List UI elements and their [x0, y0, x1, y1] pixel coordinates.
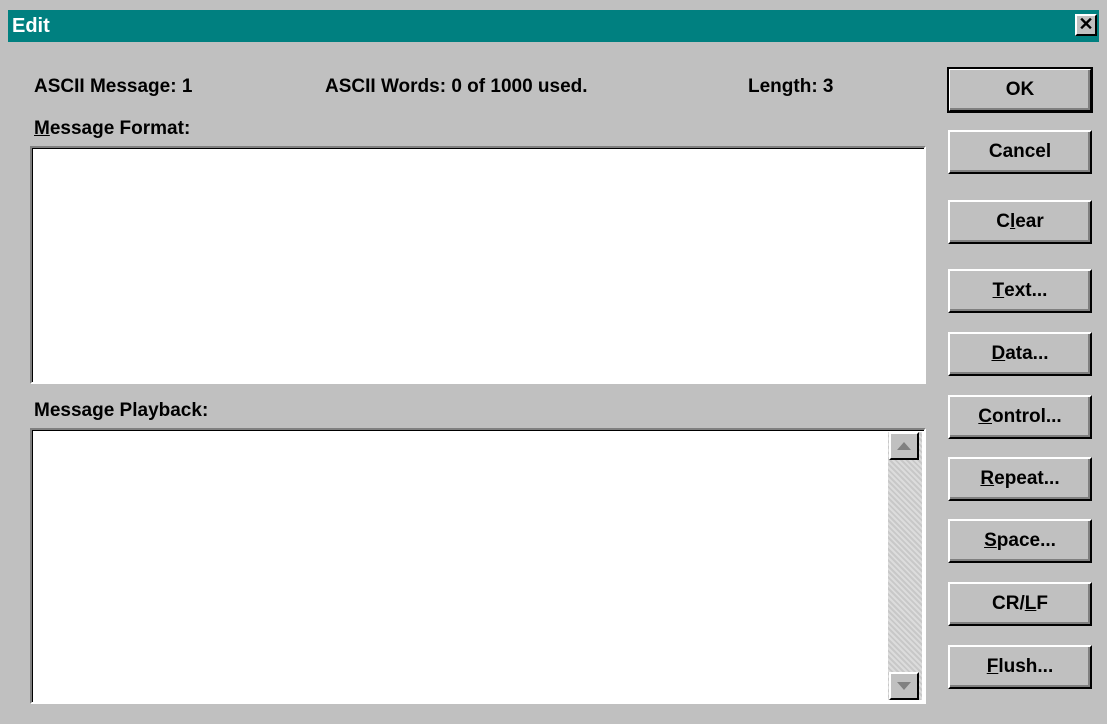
ascii-message-label: ASCII Message: 1	[34, 76, 193, 97]
message-format-accel: M	[34, 118, 50, 139]
btn-pre: CR/	[992, 593, 1025, 614]
btn-key: L	[1024, 593, 1037, 614]
btn-post: OK	[1005, 79, 1035, 100]
btn-post: lush...	[998, 656, 1054, 677]
btn-post: ata...	[1005, 343, 1049, 364]
scroll-up-arrow-icon	[897, 442, 911, 450]
length-label: Length: 3	[748, 76, 834, 97]
close-button[interactable]: ✕	[1075, 14, 1097, 36]
edit-dialog: Edit ✕ ASCII Message: 1 ASCII Words: 0 o…	[0, 0, 1107, 724]
message-playback-label: Message Playback:	[34, 400, 209, 421]
btn-post: Cancel	[988, 141, 1052, 162]
control-button[interactable]: Control...	[948, 395, 1092, 439]
message-playback-textbox[interactable]	[30, 428, 926, 704]
window-title: Edit	[12, 15, 50, 37]
btn-post: pace...	[996, 530, 1056, 551]
message-format-label-text: essage Format:	[49, 118, 191, 139]
btn-key: D	[991, 343, 1006, 364]
btn-key: T	[992, 280, 1005, 301]
btn-key: S	[984, 530, 997, 551]
flush-button[interactable]: Flush...	[948, 645, 1092, 689]
ok-button[interactable]: OK	[947, 67, 1093, 113]
title-bar: Edit ✕	[8, 10, 1099, 42]
crlf-button[interactable]: CR/L F	[948, 582, 1092, 626]
text-button[interactable]: Text...	[948, 269, 1092, 313]
message-format-textbox[interactable]	[30, 146, 926, 384]
space-button[interactable]: Space...	[948, 519, 1092, 563]
message-format-label: Message Format:	[34, 118, 190, 140]
btn-pre: C	[996, 211, 1010, 232]
btn-key: F	[986, 656, 999, 677]
btn-post: ontrol...	[992, 406, 1062, 427]
ascii-words-label: ASCII Words: 0 of 1000 used.	[325, 76, 588, 97]
playback-scrollbar[interactable]	[888, 432, 922, 700]
btn-key: C	[978, 406, 993, 427]
scroll-up-button[interactable]	[889, 432, 919, 460]
repeat-button[interactable]: Repeat...	[948, 457, 1092, 501]
btn-post: ear	[1015, 211, 1044, 232]
scroll-down-arrow-icon	[897, 682, 911, 690]
btn-key: R	[980, 468, 995, 489]
cancel-button[interactable]: Cancel	[948, 130, 1092, 174]
btn-post: epeat...	[994, 468, 1060, 489]
btn-post: ext...	[1004, 280, 1048, 301]
close-icon: ✕	[1078, 14, 1094, 34]
clear-button[interactable]: Cl ear	[948, 200, 1092, 244]
btn-post: F	[1036, 593, 1048, 614]
data-button[interactable]: Data...	[948, 332, 1092, 376]
scroll-down-button[interactable]	[889, 672, 919, 700]
